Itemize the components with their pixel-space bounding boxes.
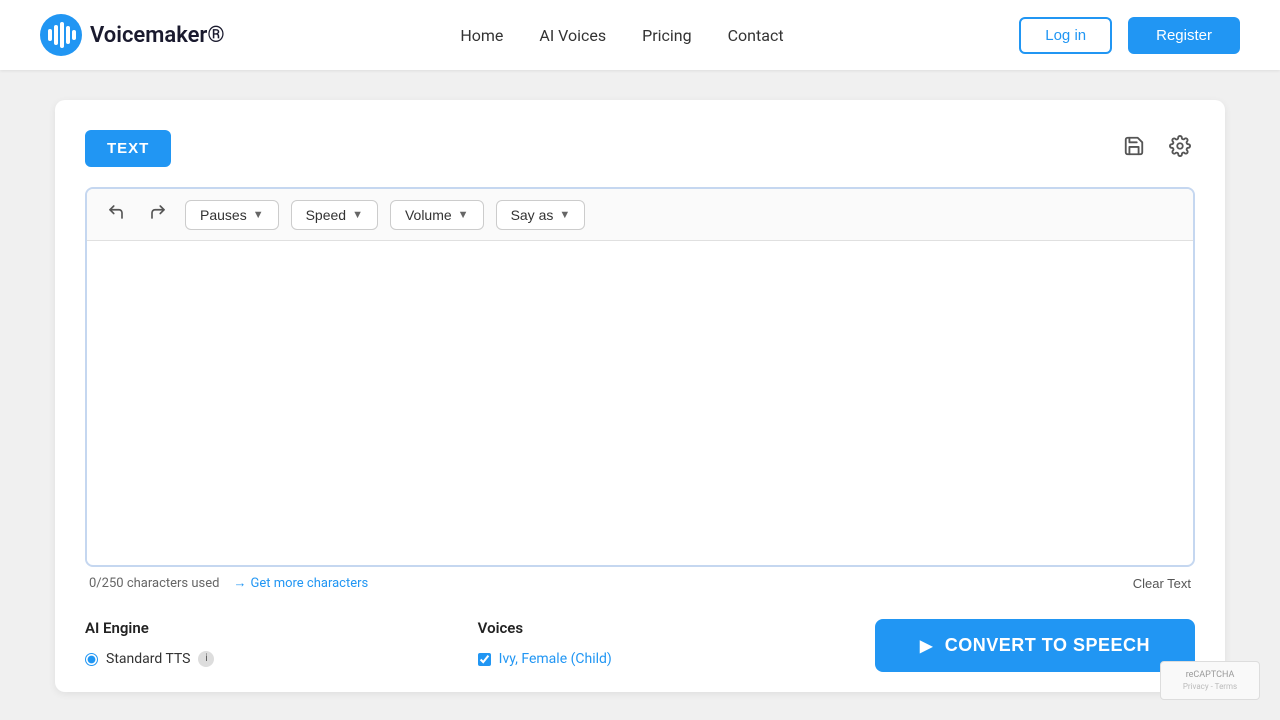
logo-area: Voicemaker® bbox=[40, 14, 225, 56]
speed-arrow-icon: ▼ bbox=[352, 209, 363, 221]
voicemaker-logo-icon bbox=[40, 14, 82, 56]
tab-row: TEXT bbox=[85, 130, 1195, 167]
char-count-row: 0/250 characters used → Get more charact… bbox=[85, 567, 1195, 595]
bottom-row: AI Engine Standard TTS i Voices Ivy, Fem… bbox=[85, 619, 1195, 672]
standard-tts-option: Standard TTS i bbox=[85, 651, 214, 667]
pauses-dropdown[interactable]: Pauses ▼ bbox=[185, 200, 279, 230]
play-icon: ▶ bbox=[920, 636, 933, 656]
main-container: TEXT bbox=[55, 100, 1225, 692]
login-button[interactable]: Log in bbox=[1019, 17, 1112, 54]
pauses-label: Pauses bbox=[200, 207, 247, 223]
register-button[interactable]: Register bbox=[1128, 17, 1240, 54]
captcha-sub: Privacy - Terms bbox=[1171, 682, 1249, 691]
ai-engine-title: AI Engine bbox=[85, 619, 214, 637]
clear-text-button[interactable]: Clear Text bbox=[1133, 576, 1191, 591]
text-tab[interactable]: TEXT bbox=[85, 130, 171, 167]
char-count: 0/250 characters used bbox=[89, 576, 219, 591]
settings-icon[interactable] bbox=[1165, 131, 1195, 167]
text-editor[interactable] bbox=[87, 241, 1193, 561]
editor-toolbar: Pauses ▼ Speed ▼ Volume ▼ Say as ▼ bbox=[87, 189, 1193, 241]
arrow-right-icon: → bbox=[233, 575, 246, 591]
convert-label: CONVERT TO SPEECH bbox=[945, 635, 1150, 656]
ivy-voice-option: Ivy, Female (Child) bbox=[478, 651, 612, 667]
editor-area: Pauses ▼ Speed ▼ Volume ▼ Say as ▼ bbox=[85, 187, 1195, 567]
redo-button[interactable] bbox=[143, 199, 173, 230]
get-more-characters-link[interactable]: → Get more characters bbox=[233, 575, 368, 591]
say-as-label: Say as bbox=[511, 207, 554, 223]
voices-section: Voices Ivy, Female (Child) bbox=[478, 619, 612, 667]
standard-tts-radio[interactable] bbox=[85, 653, 98, 666]
tab-icons bbox=[1119, 131, 1195, 167]
captcha-label: reCAPTCHA bbox=[1171, 670, 1249, 680]
site-header: Voicemaker® Home AI Voices Pricing Conta… bbox=[0, 0, 1280, 70]
standard-tts-info-icon[interactable]: i bbox=[198, 651, 214, 667]
nav-contact[interactable]: Contact bbox=[728, 26, 784, 45]
volume-arrow-icon: ▼ bbox=[458, 209, 469, 221]
nav-home[interactable]: Home bbox=[460, 26, 503, 45]
standard-tts-label: Standard TTS bbox=[106, 651, 190, 667]
voices-title: Voices bbox=[478, 619, 612, 637]
pauses-arrow-icon: ▼ bbox=[253, 209, 264, 221]
ai-engine-section: AI Engine Standard TTS i bbox=[85, 619, 214, 667]
say-as-dropdown[interactable]: Say as ▼ bbox=[496, 200, 586, 230]
char-info: 0/250 characters used → Get more charact… bbox=[89, 575, 368, 591]
main-nav: Home AI Voices Pricing Contact bbox=[460, 26, 783, 45]
save-icon[interactable] bbox=[1119, 131, 1149, 167]
speed-label: Speed bbox=[306, 207, 346, 223]
speed-dropdown[interactable]: Speed ▼ bbox=[291, 200, 378, 230]
nav-pricing[interactable]: Pricing bbox=[642, 26, 692, 45]
volume-label: Volume bbox=[405, 207, 452, 223]
undo-button[interactable] bbox=[101, 199, 131, 230]
captcha-widget: reCAPTCHA Privacy - Terms bbox=[1160, 661, 1260, 700]
ivy-voice-checkbox[interactable] bbox=[478, 653, 491, 666]
logo-text: Voicemaker® bbox=[90, 23, 225, 48]
say-as-arrow-icon: ▼ bbox=[559, 209, 570, 221]
nav-ai-voices[interactable]: AI Voices bbox=[539, 26, 606, 45]
convert-to-speech-button[interactable]: ▶ CONVERT TO SPEECH bbox=[875, 619, 1195, 672]
volume-dropdown[interactable]: Volume ▼ bbox=[390, 200, 484, 230]
ivy-voice-label: Ivy, Female (Child) bbox=[499, 651, 612, 667]
header-actions: Log in Register bbox=[1019, 17, 1240, 54]
